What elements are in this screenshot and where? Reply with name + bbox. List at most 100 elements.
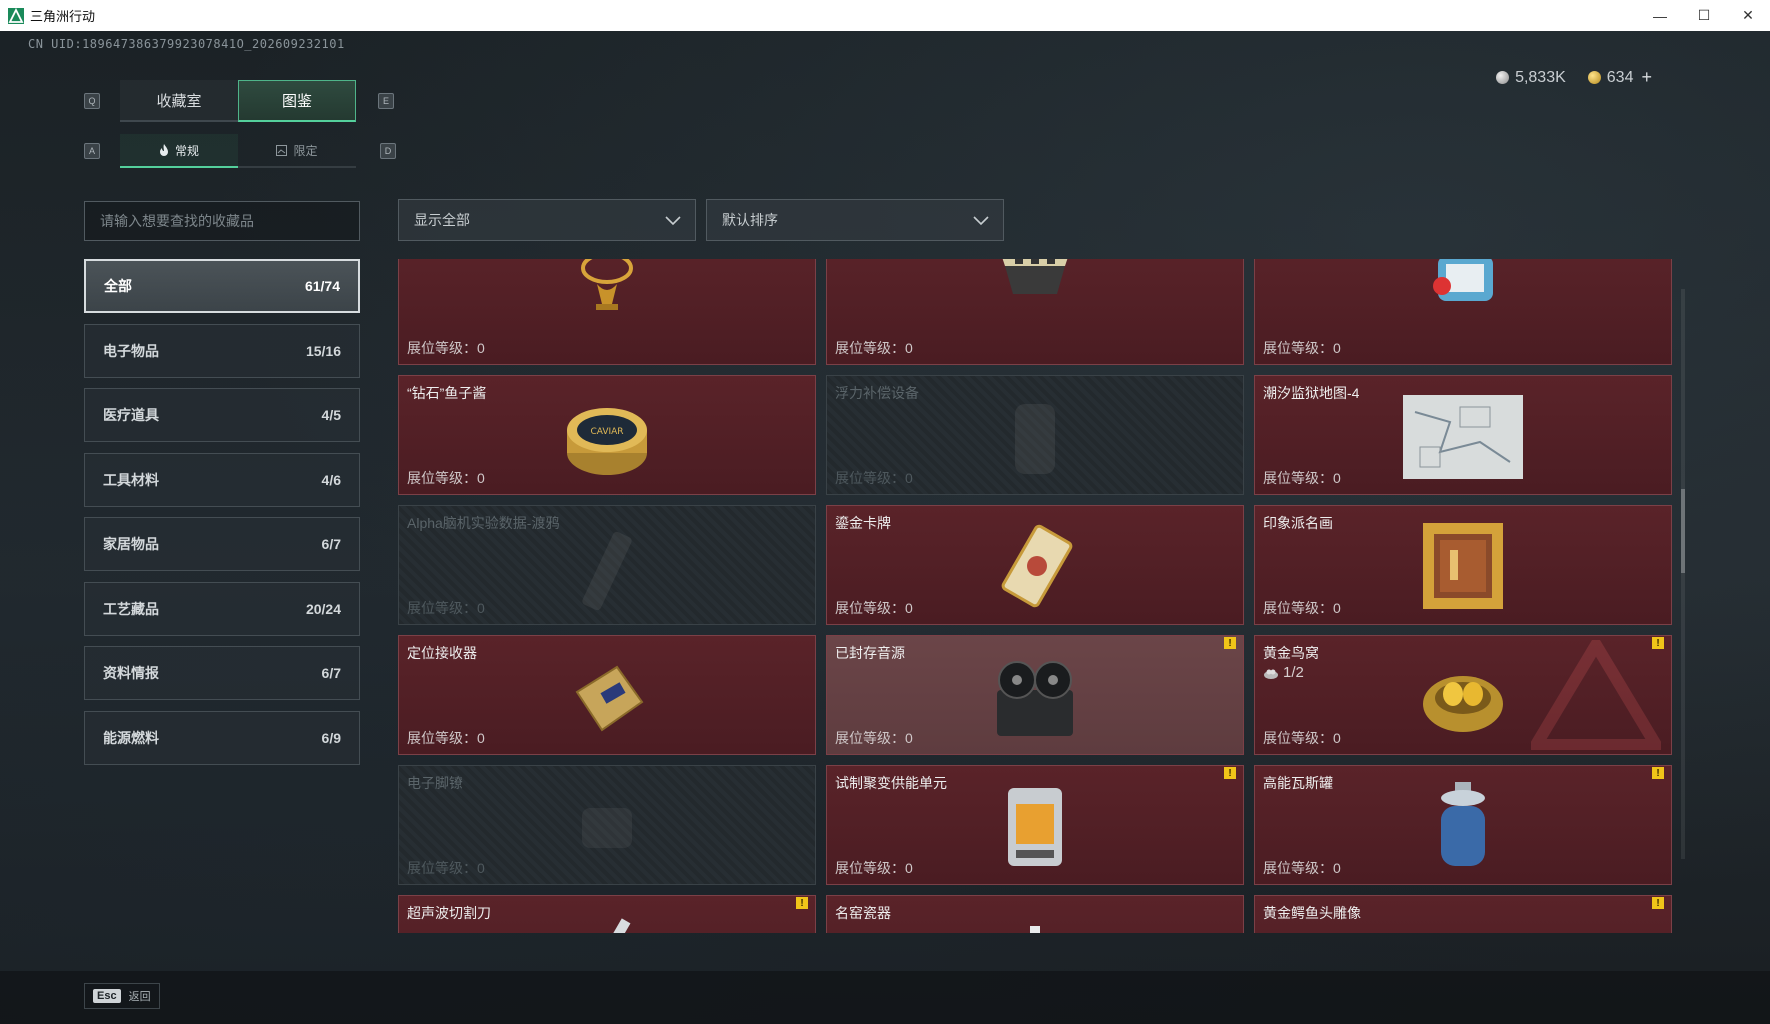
new-badge: ! <box>796 897 808 909</box>
item-name: 电子脚镣 <box>407 775 463 791</box>
item-card[interactable]: Alpha脑机实验数据-渡鸦 展位等级：0 <box>398 505 816 625</box>
item-level: 0 <box>477 600 485 616</box>
item-card[interactable]: 鎏金卡牌 展位等级：0 <box>826 505 1244 625</box>
category-medical[interactable]: 医疗道具 4/5 <box>84 388 360 442</box>
item-card[interactable]: 展位等级：0 <box>398 259 816 365</box>
item-name: 潮汐监狱地图-4 <box>1263 385 1360 401</box>
window-title: 三角洲行动 <box>30 9 96 24</box>
filter-show-value: 显示全部 <box>414 212 470 228</box>
category-household[interactable]: 家居物品 6/7 <box>84 517 360 571</box>
item-grid: 展位等级：0 展位等级：0 展位等级：0 “钻石”鱼子酱 CAVIAR 展位等级… <box>398 259 1672 933</box>
category-intel[interactable]: 资料情报 6/7 <box>84 646 360 700</box>
minimize-button[interactable]: — <box>1638 0 1682 31</box>
item-name: 已封存音源 <box>835 645 905 661</box>
caviar-tin-icon: CAVIAR <box>567 408 647 475</box>
item-name: “钻石”鱼子酱 <box>407 385 487 401</box>
item-card[interactable]: 超声波切割刀 ! 展位等级：0 <box>398 895 816 933</box>
item-level: 0 <box>1333 600 1341 616</box>
item-name: 高能瓦斯罐 <box>1263 775 1333 791</box>
chevron-down-icon <box>973 216 989 226</box>
ultrasonic-cutter-icon <box>586 918 631 933</box>
main-tabs: 收藏室 图鉴 <box>120 80 356 122</box>
close-button[interactable]: ✕ <box>1726 0 1770 31</box>
subtab-limited[interactable]: 限定 <box>238 134 356 168</box>
silver-amount: 5,833K <box>1515 68 1566 86</box>
receiver-icon <box>575 665 644 732</box>
item-level: 0 <box>477 860 485 876</box>
bottom-bar: Esc 返回 <box>0 971 1770 1024</box>
item-level: 0 <box>905 600 913 616</box>
nest-small-icon <box>1264 669 1278 679</box>
category-label: 工艺藏品 <box>103 600 159 617</box>
svg-text:CAVIAR: CAVIAR <box>590 427 623 437</box>
tab-collection-room[interactable]: 收藏室 <box>120 80 238 122</box>
key-hint-d: D <box>380 143 396 159</box>
grid-scrollbar[interactable] <box>1681 289 1685 859</box>
gas-canister-icon <box>1441 782 1485 866</box>
item-card[interactable]: 试制聚变供能单元 ! 展位等级：0 <box>826 765 1244 885</box>
item-name: 浮力补偿设备 <box>835 385 919 401</box>
item-card[interactable]: 定位接收器 展位等级：0 <box>398 635 816 755</box>
item-grid-viewport: 展位等级：0 展位等级：0 展位等级：0 “钻石”鱼子酱 CAVIAR 展位等级… <box>398 259 1684 933</box>
tape-recorder-icon <box>997 661 1073 736</box>
chess-box-icon <box>1002 259 1068 294</box>
subtab-limited-label: 限定 <box>293 143 318 158</box>
item-level: 0 <box>1333 730 1341 746</box>
search-input[interactable]: 请输入想要查找的收藏品 <box>84 201 360 241</box>
armillary-sphere-icon <box>581 259 633 310</box>
new-badge: ! <box>1652 897 1664 909</box>
item-level: 0 <box>905 860 913 876</box>
item-level: 0 <box>477 340 485 356</box>
back-button[interactable]: Esc 返回 <box>84 983 160 1009</box>
category-crafts[interactable]: 工艺藏品 20/24 <box>84 581 360 636</box>
item-card[interactable]: 电子脚镣 展位等级：0 <box>398 765 816 885</box>
tab-catalog[interactable]: 图鉴 <box>238 80 356 122</box>
category-label: 能源燃料 <box>103 729 159 746</box>
item-card[interactable]: 已封存音源 ! 展位等级：0 <box>826 635 1244 755</box>
item-card[interactable]: “钻石”鱼子酱 CAVIAR 展位等级：0 <box>398 375 816 495</box>
grid-scrollbar-thumb[interactable] <box>1681 489 1685 573</box>
back-label: 返回 <box>128 991 151 1003</box>
subtab-regular[interactable]: 常规 <box>120 134 238 168</box>
category-label: 工具材料 <box>103 471 159 488</box>
category-count: 61/74 <box>304 278 340 294</box>
category-all[interactable]: 全部 61/74 <box>84 259 360 313</box>
category-label: 家居物品 <box>103 536 159 552</box>
item-card[interactable]: 名窑瓷器 展位等级：0 <box>826 895 1244 933</box>
fusion-cell-icon <box>1008 788 1062 866</box>
item-card[interactable]: 浮力补偿设备 展位等级：0 <box>826 375 1244 495</box>
new-badge: ! <box>1224 767 1236 779</box>
filter-show-dropdown[interactable]: 显示全部 <box>398 199 696 241</box>
item-card[interactable]: 展位等级：0 <box>1254 259 1672 365</box>
key-hint-q: Q <box>84 93 100 109</box>
item-card[interactable]: 印象派名画 展位等级：0 <box>1254 505 1672 625</box>
chevron-down-icon <box>665 216 681 226</box>
item-name: 鎏金卡牌 <box>835 515 891 531</box>
item-name: 黄金鳄鱼头雕像 <box>1263 905 1361 921</box>
item-name: 超声波切割刀 <box>407 905 491 921</box>
sort-dropdown[interactable]: 默认排序 <box>706 199 1004 241</box>
add-currency-button[interactable]: + <box>1641 67 1652 88</box>
item-name: 试制聚变供能单元 <box>835 775 947 791</box>
item-card[interactable]: 展位等级：0 <box>826 259 1244 365</box>
ankle-monitor-icon <box>582 808 632 848</box>
gold-crocodile-icon <box>1418 916 1508 933</box>
category-list: 全部 61/74 电子物品 15/16 医疗道具 4/5 工具材料 4/6 家居物品 6/… <box>84 259 360 775</box>
category-electronics[interactable]: 电子物品 15/16 <box>84 323 360 378</box>
data-drive-icon <box>582 531 632 611</box>
item-card[interactable]: 高能瓦斯罐 ! 展位等级：0 <box>1254 765 1672 885</box>
item-name: 印象派名画 <box>1263 515 1333 531</box>
category-energy[interactable]: 能源燃料 6/9 <box>84 710 360 765</box>
app-logo-icon <box>8 7 24 24</box>
new-badge: ! <box>1652 767 1664 779</box>
maximize-button[interactable]: ☐ <box>1682 0 1726 31</box>
gold-coin-icon <box>1587 71 1601 84</box>
category-label: 电子物品 <box>103 342 159 359</box>
category-tools[interactable]: 工具材料 4/6 <box>84 452 360 507</box>
category-count: 6/7 <box>321 536 341 552</box>
silver-currency: 5,833K <box>1496 69 1566 87</box>
item-card[interactable]: 黄金鸟窝 1/2 ! 展位等级：0 <box>1254 635 1672 755</box>
item-card[interactable]: 黄金鳄鱼头雕像 ! 展位等级：0 <box>1254 895 1672 933</box>
logo-watermark-icon <box>1531 640 1661 750</box>
item-card[interactable]: 潮汐监狱地图-4 展位等级：0 <box>1254 375 1672 495</box>
